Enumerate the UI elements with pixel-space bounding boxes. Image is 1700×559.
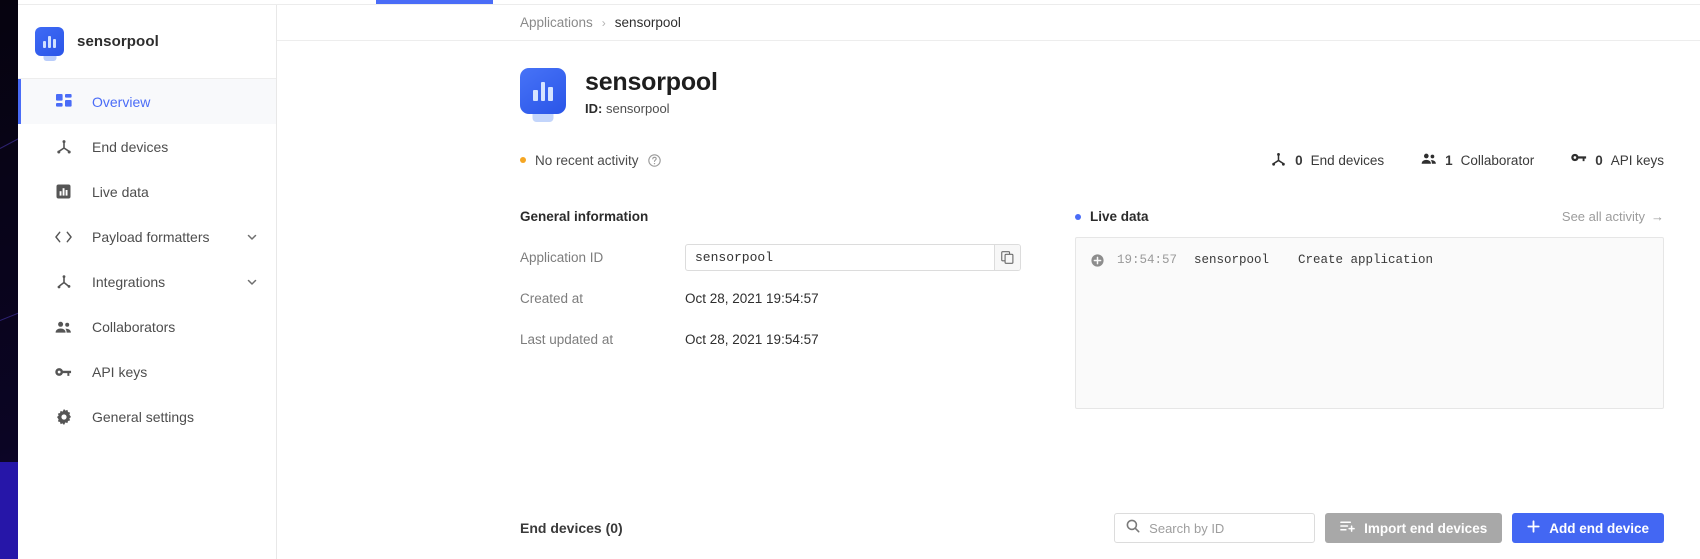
- status-row: No recent activity 0 End devices 1 Colla…: [277, 141, 1700, 179]
- main-content: Applications › sensorpool sensorpool ID:…: [277, 5, 1700, 559]
- summary-stats: 0 End devices 1 Collaborator 0 API keys: [1271, 152, 1664, 168]
- import-end-devices-button[interactable]: Import end devices: [1325, 513, 1503, 543]
- sidebar-item-api-keys[interactable]: API keys: [18, 349, 276, 394]
- sidebar-app-header[interactable]: sensorpool: [18, 5, 276, 79]
- live-data-header: Live data See all activity →: [1075, 209, 1664, 224]
- field-label: Created at: [520, 291, 584, 306]
- people-icon: [1421, 152, 1437, 168]
- breadcrumb-applications[interactable]: Applications: [520, 15, 593, 30]
- sidebar-item-general-settings[interactable]: General settings: [18, 394, 276, 439]
- status-dot-icon: [520, 157, 526, 163]
- field-created-at: Created at Oct 28, 2021 19:54:57: [520, 285, 1047, 312]
- live-data-row[interactable]: 19:54:57 sensorpool Create application: [1076, 249, 1663, 271]
- chart-icon: [55, 183, 72, 200]
- grid-icon: [55, 93, 72, 110]
- copy-icon[interactable]: [994, 245, 1020, 270]
- status-badge: No recent activity: [535, 152, 639, 168]
- end-devices-bar: End devices (0) Import end devices: [277, 497, 1700, 559]
- active-tab-indicator: [376, 0, 493, 4]
- see-all-activity-label: See all activity: [1561, 209, 1645, 224]
- plus-icon: [1527, 520, 1540, 536]
- live-dot-icon: [1075, 213, 1081, 220]
- console-window: sensorpool Overview End devices Live dat: [18, 0, 1700, 559]
- add-end-device-button[interactable]: Add end device: [1512, 513, 1664, 543]
- live-data-time: 19:54:57: [1117, 253, 1178, 267]
- sidebar-item-label: API keys: [92, 363, 148, 380]
- sidebar-item-label: Overview: [92, 93, 151, 110]
- search-input-group[interactable]: [1114, 513, 1326, 543]
- stat-label: End devices: [1310, 152, 1385, 168]
- sidebar: sensorpool Overview End devices Live dat: [18, 5, 277, 559]
- see-all-activity-link[interactable]: See all activity →: [1562, 209, 1664, 224]
- sidebar-item-end-devices[interactable]: End devices: [18, 124, 276, 169]
- live-data-title: Live data: [1075, 209, 1149, 224]
- sidebar-item-label: Collaborators: [92, 318, 176, 335]
- stat-api-keys[interactable]: 0 API keys: [1571, 152, 1664, 168]
- import-list-icon: [1340, 520, 1356, 536]
- section-title: General information: [520, 209, 649, 224]
- application-header: sensorpool ID: sensorpool: [277, 41, 1700, 116]
- stat-label: API keys: [1610, 152, 1664, 168]
- stat-count: 1: [1445, 152, 1453, 168]
- end-devices-heading: End devices (0): [520, 520, 623, 536]
- key-icon: [55, 363, 72, 380]
- search-input[interactable]: [1149, 520, 1326, 536]
- help-circle-icon[interactable]: [647, 153, 661, 167]
- end-devices-actions: Import end devices Add end device: [1114, 513, 1664, 543]
- search-icon: [1126, 519, 1140, 538]
- plus-circle-icon: [1091, 253, 1104, 267]
- people-icon: [55, 318, 72, 335]
- sidebar-item-collaborators[interactable]: Collaborators: [18, 304, 276, 349]
- field-label: Application ID: [520, 250, 604, 265]
- import-end-devices-label: Import end devices: [1364, 520, 1488, 536]
- breadcrumb-current: sensorpool: [614, 15, 681, 30]
- stat-end-devices[interactable]: 0 End devices: [1271, 152, 1384, 168]
- field-label: Last updated at: [520, 332, 614, 347]
- page-title: sensorpool: [585, 68, 718, 96]
- gear-icon: [55, 408, 72, 425]
- application-id-subtitle: ID: sensorpool: [585, 101, 718, 116]
- stat-count: 0: [1595, 152, 1603, 168]
- sidebar-item-integrations[interactable]: Integrations: [18, 259, 276, 304]
- application-id-input[interactable]: [686, 245, 994, 270]
- sidebar-item-live-data[interactable]: Live data: [18, 169, 276, 214]
- nodes-icon: [55, 138, 72, 155]
- field-last-updated-at: Last updated at Oct 28, 2021 19:54:57: [520, 326, 1047, 353]
- stat-label: Collaborator: [1460, 152, 1535, 168]
- stat-count: 0: [1295, 152, 1303, 168]
- breadcrumb: Applications › sensorpool: [277, 5, 1700, 41]
- nodes-icon: [1271, 152, 1287, 168]
- live-data-title-text: Live data: [1090, 209, 1149, 224]
- field-application-id: Application ID: [520, 244, 1047, 271]
- live-data-entity: sensorpool: [1194, 253, 1270, 267]
- activity-status: No recent activity: [520, 153, 661, 168]
- chevron-down-icon[interactable]: [246, 276, 258, 288]
- field-value: Oct 28, 2021 19:54:57: [685, 332, 819, 347]
- key-icon: [1571, 152, 1587, 168]
- sidebar-item-label: Integrations: [92, 273, 166, 290]
- sidebar-app-title: sensorpool: [77, 33, 159, 50]
- add-end-device-label: Add end device: [1549, 520, 1649, 536]
- application-id-key: ID:: [585, 101, 603, 116]
- field-value: Oct 28, 2021 19:54:57: [685, 291, 819, 306]
- live-data-event: Create application: [1298, 253, 1434, 267]
- sidebar-item-label: Live data: [92, 183, 149, 200]
- sidebar-nav: Overview End devices Live data Payload f…: [18, 79, 276, 439]
- sidebar-item-payload-formatters[interactable]: Payload formatters: [18, 214, 276, 259]
- application-id-input-group[interactable]: [685, 244, 1021, 271]
- application-tile-icon: [35, 27, 64, 56]
- stat-collaborators[interactable]: 1 Collaborator: [1421, 152, 1534, 168]
- sidebar-item-label: End devices: [92, 138, 169, 155]
- branch-icon: [55, 273, 72, 290]
- breadcrumb-separator-icon: ›: [601, 15, 606, 30]
- chevron-down-icon[interactable]: [246, 231, 258, 243]
- application-id-text: sensorpool: [605, 101, 670, 116]
- sidebar-item-label: General settings: [92, 408, 194, 425]
- sidebar-item-overview[interactable]: Overview: [18, 79, 276, 124]
- sidebar-item-label: Payload formatters: [92, 228, 210, 245]
- application-tile-icon: [520, 68, 566, 114]
- code-icon: [55, 228, 72, 245]
- live-data-panel[interactable]: 19:54:57 sensorpool Create application: [1075, 237, 1664, 409]
- arrow-right-icon: →: [1651, 209, 1664, 224]
